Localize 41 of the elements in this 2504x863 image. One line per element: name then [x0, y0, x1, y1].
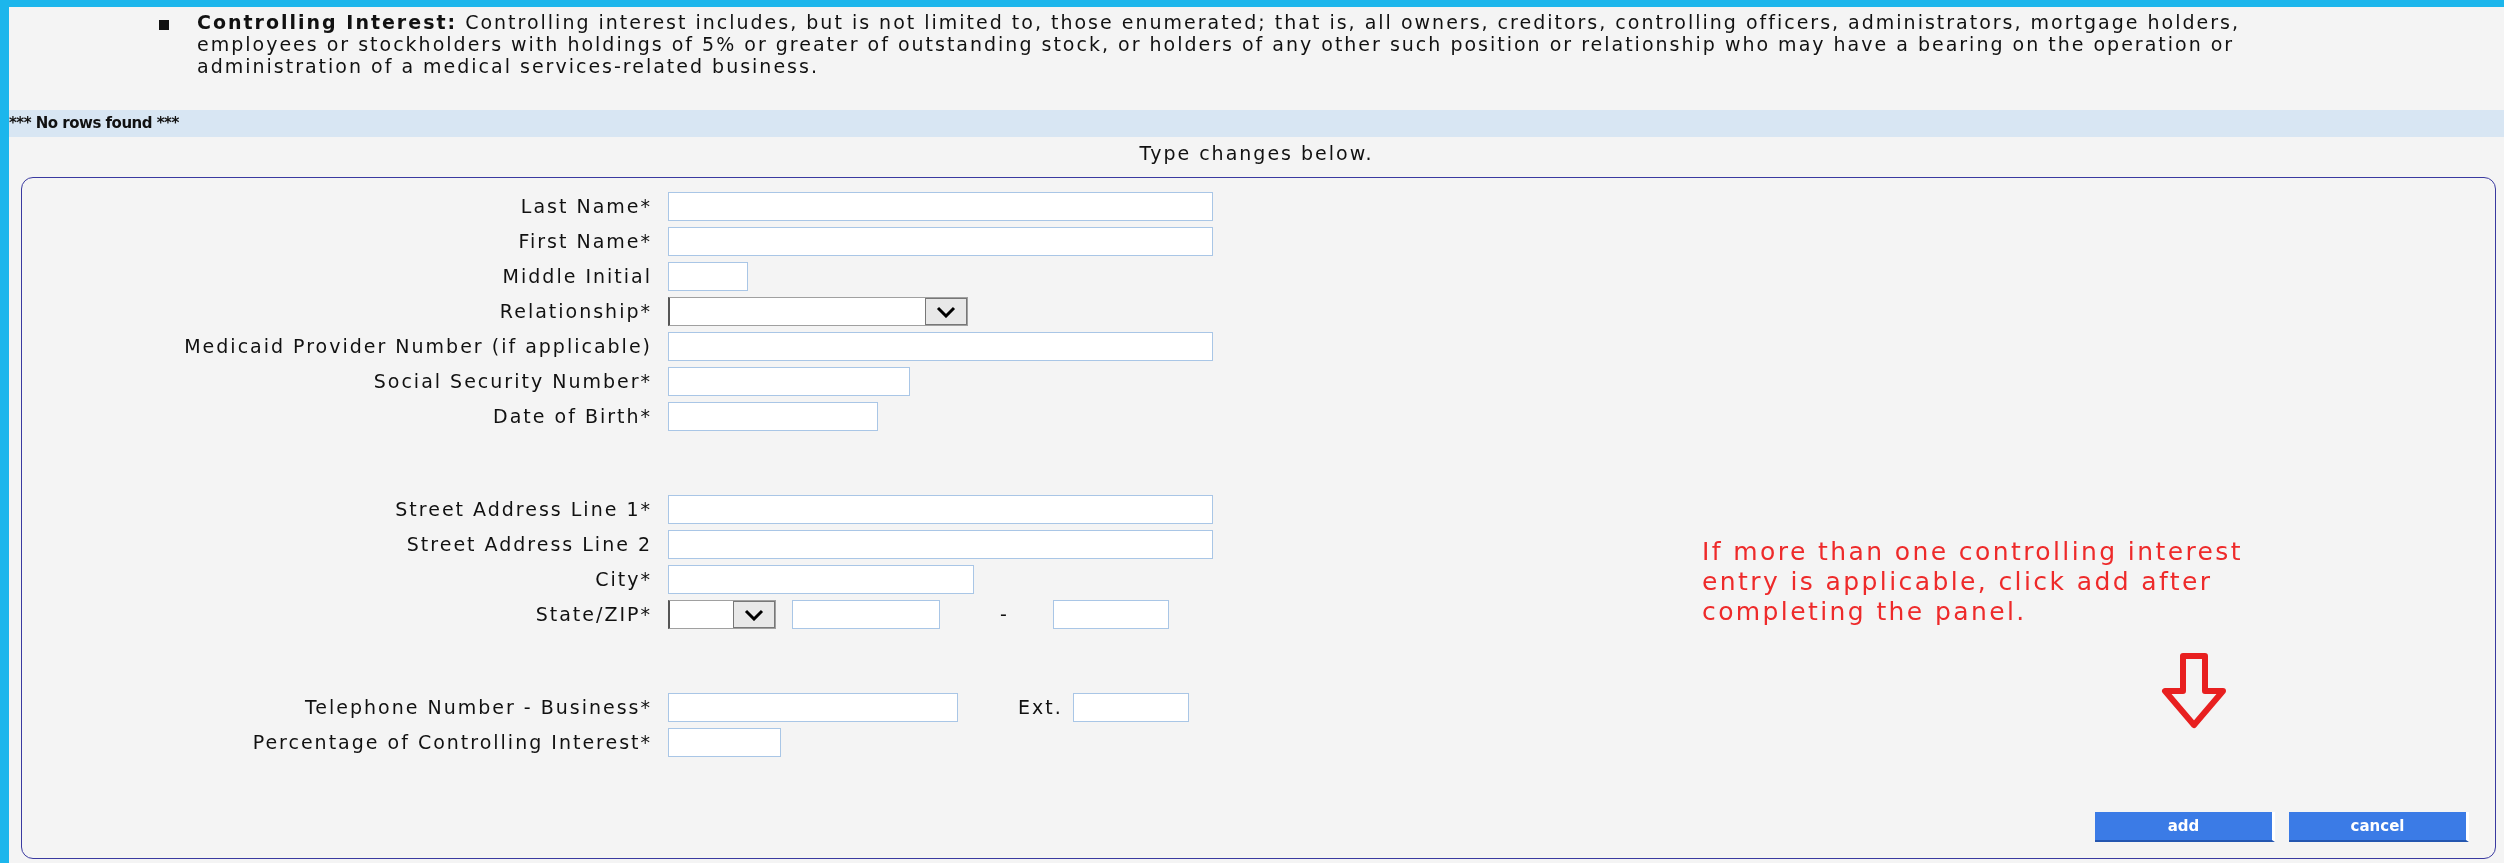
input-field[interactable]: [668, 495, 1213, 524]
field-label: First Name*: [517, 229, 652, 254]
field-label: Last Name*: [519, 194, 652, 219]
caret-icon: [733, 601, 775, 628]
input-field[interactable]: [1072, 693, 1189, 722]
dropdown[interactable]: [668, 600, 776, 629]
field-label: Date of Birth*: [492, 404, 652, 429]
caret-icon: [925, 298, 967, 325]
input-field[interactable]: [668, 367, 910, 396]
input-field[interactable]: [668, 227, 1213, 256]
input-field[interactable]: [668, 192, 1213, 221]
input-field[interactable]: [668, 530, 1213, 559]
intro-paragraph: Controlling Interest: Controlling interest includes, but is not limited to, those enumerated; that is, all owners, creditors, controlling officers, administrators, mortgage holders, employees or stockholders with holdings of 5% or greater of outstanding stock, or holders of any other such position or relationship who may have a bearing on the operation or administration of a medical services-related business.: [197, 11, 2241, 77]
bullet-icon: [159, 20, 169, 30]
field-label: Relationship*: [498, 299, 652, 324]
input-field[interactable]: [668, 565, 974, 594]
input-field[interactable]: [668, 728, 781, 757]
field-label: Street Address Line 1*: [394, 497, 652, 522]
field-label: Street Address Line 2: [405, 532, 652, 557]
input-field[interactable]: [668, 332, 1213, 361]
input-field[interactable]: [792, 600, 940, 629]
field-label: Social Security Number*: [372, 369, 652, 394]
input-field[interactable]: [668, 262, 748, 291]
field-label: Percentage of Controlling Interest*: [251, 730, 652, 755]
field-label: Telephone Number - Business*: [303, 695, 652, 720]
field-label: City*: [594, 567, 652, 592]
field-label: State/ZIP*: [534, 602, 652, 627]
no-rows-message: *** No rows found ***: [9, 110, 2504, 137]
action-button[interactable]: add: [2095, 812, 2275, 842]
input-field[interactable]: [668, 402, 878, 431]
instruction-note: If more than one controlling interest entry is applicable, click add after completing the panel.: [1702, 537, 2244, 627]
action-button[interactable]: cancel: [2289, 812, 2469, 842]
field-label: Middle Initial: [501, 264, 652, 289]
down-arrow-icon: [2159, 653, 2229, 729]
dropdown[interactable]: [668, 297, 968, 326]
field-label: Medicaid Provider Number (if applicable): [183, 334, 652, 359]
input-field[interactable]: [668, 693, 958, 722]
dash-separator: -: [1000, 602, 1009, 628]
ext-label: Ext.: [1018, 695, 1063, 721]
instruction-text: Type changes below.: [1139, 141, 1374, 164]
input-field[interactable]: [1052, 600, 1169, 629]
